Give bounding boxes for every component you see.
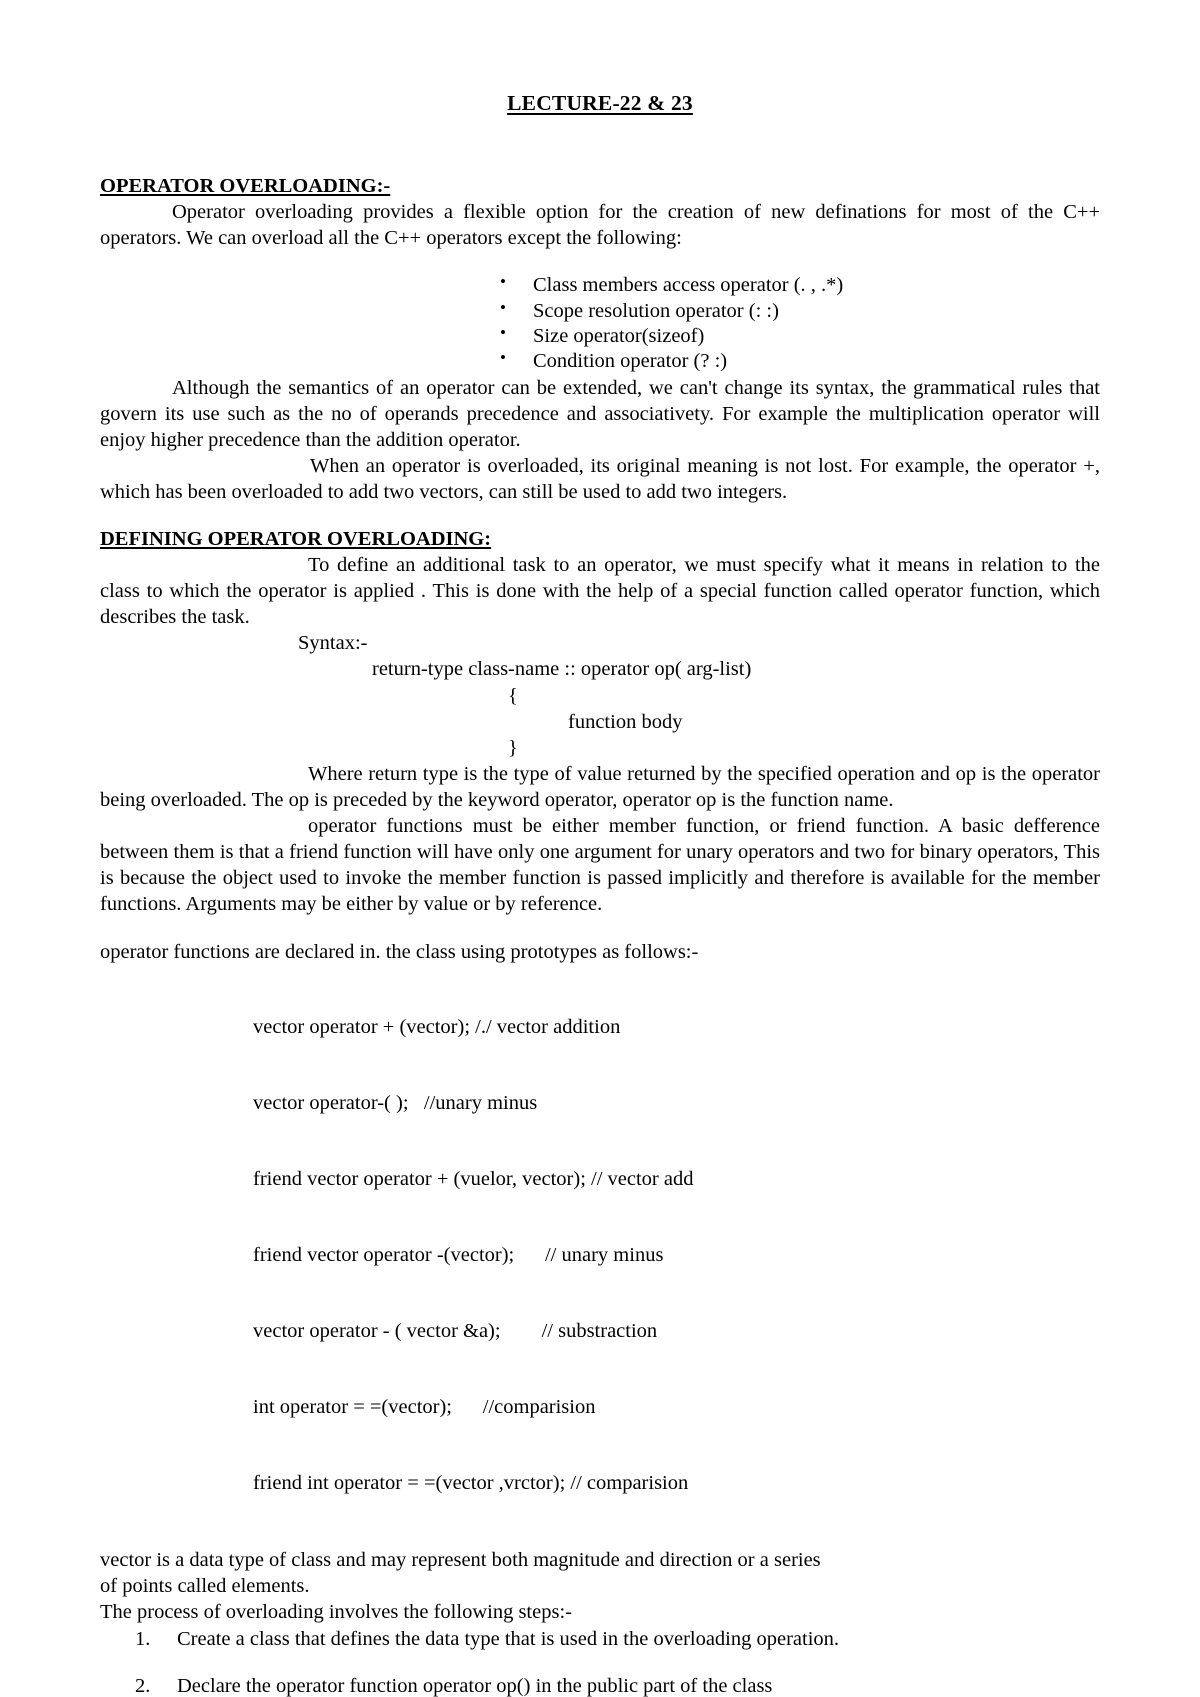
section-heading-operator-overloading: OPERATOR OVERLOADING:- [100, 174, 1100, 200]
semantics-paragraph: Although the semantics of an operator ca… [100, 376, 1100, 451]
code-line: int operator = =(vector); //comparision [253, 1396, 596, 1419]
intro-paragraph: Operator overloading provides a flexible… [100, 201, 1100, 250]
list-item: Declare the operator function operator o… [135, 1674, 773, 1697]
steps-intro: The process of overloading involves the … [100, 1601, 572, 1624]
code-line: friend vector operator -(vector); // una… [253, 1244, 664, 1267]
syntax-function-body: function body [568, 710, 683, 733]
section-heading-text: DEFINING OPERATOR OVERLOADING: [100, 527, 492, 550]
syntax-open-brace: { [508, 684, 518, 707]
syntax-signature: return-type class-name :: operator op( a… [372, 658, 752, 681]
vector-definition-line-1: vector is a data type of class and may r… [100, 1549, 821, 1572]
syntax-block: Syntax:- return-type class-name :: opera… [100, 630, 1100, 760]
code-line: vector operator + (vector); /./ vector a… [253, 1016, 621, 1039]
page-title: LECTURE-22 & 23 [100, 91, 1100, 116]
list-item: Condition operator (? :) [500, 348, 1100, 374]
defining-paragraph: To define an additional task to an opera… [100, 554, 1100, 629]
code-line: vector operator-( ); //unary minus [253, 1092, 538, 1115]
code-line: friend int operator = =(vector ,vrctor);… [253, 1472, 689, 1495]
syntax-close-brace: } [508, 736, 518, 759]
page-title-text: LECTURE-22 & 23 [507, 91, 693, 115]
list-item: Class members access operator (. , .*) [500, 272, 1100, 298]
list-item: Size operator(sizeof) [500, 323, 1100, 349]
member-friend-paragraph: operator functions must be either member… [100, 814, 1100, 915]
section-heading-defining-operator-overloading: DEFINING OPERATOR OVERLOADING: [100, 527, 1100, 553]
list-item: Scope resolution operator (: :) [500, 298, 1100, 324]
prototype-declarations: vector operator + (vector); /./ vector a… [100, 965, 1100, 1547]
code-line: friend vector operator + (vuelor, vector… [253, 1168, 694, 1191]
section-heading-text: OPERATOR OVERLOADING:- [100, 174, 391, 197]
non-overloadable-operators-list: Class members access operator (. , .*) S… [100, 272, 1100, 374]
code-line: vector operator - ( vector &a); // subst… [253, 1320, 658, 1343]
document-page: LECTURE-22 & 23 OPERATOR OVERLOADING:- O… [0, 0, 1200, 1697]
overloading-steps-list: Create a class that defines the data typ… [100, 1627, 1100, 1697]
vector-definition-line-2: of points called elements. [100, 1575, 310, 1598]
return-type-paragraph: Where return type is the type of value r… [100, 762, 1100, 811]
original-meaning-paragraph: When an operator is overloaded, its orig… [100, 454, 1100, 503]
prototypes-intro: operator functions are declared in. the … [100, 940, 699, 963]
syntax-label: Syntax:- [298, 632, 368, 655]
list-item: Create a class that defines the data typ… [135, 1627, 840, 1652]
